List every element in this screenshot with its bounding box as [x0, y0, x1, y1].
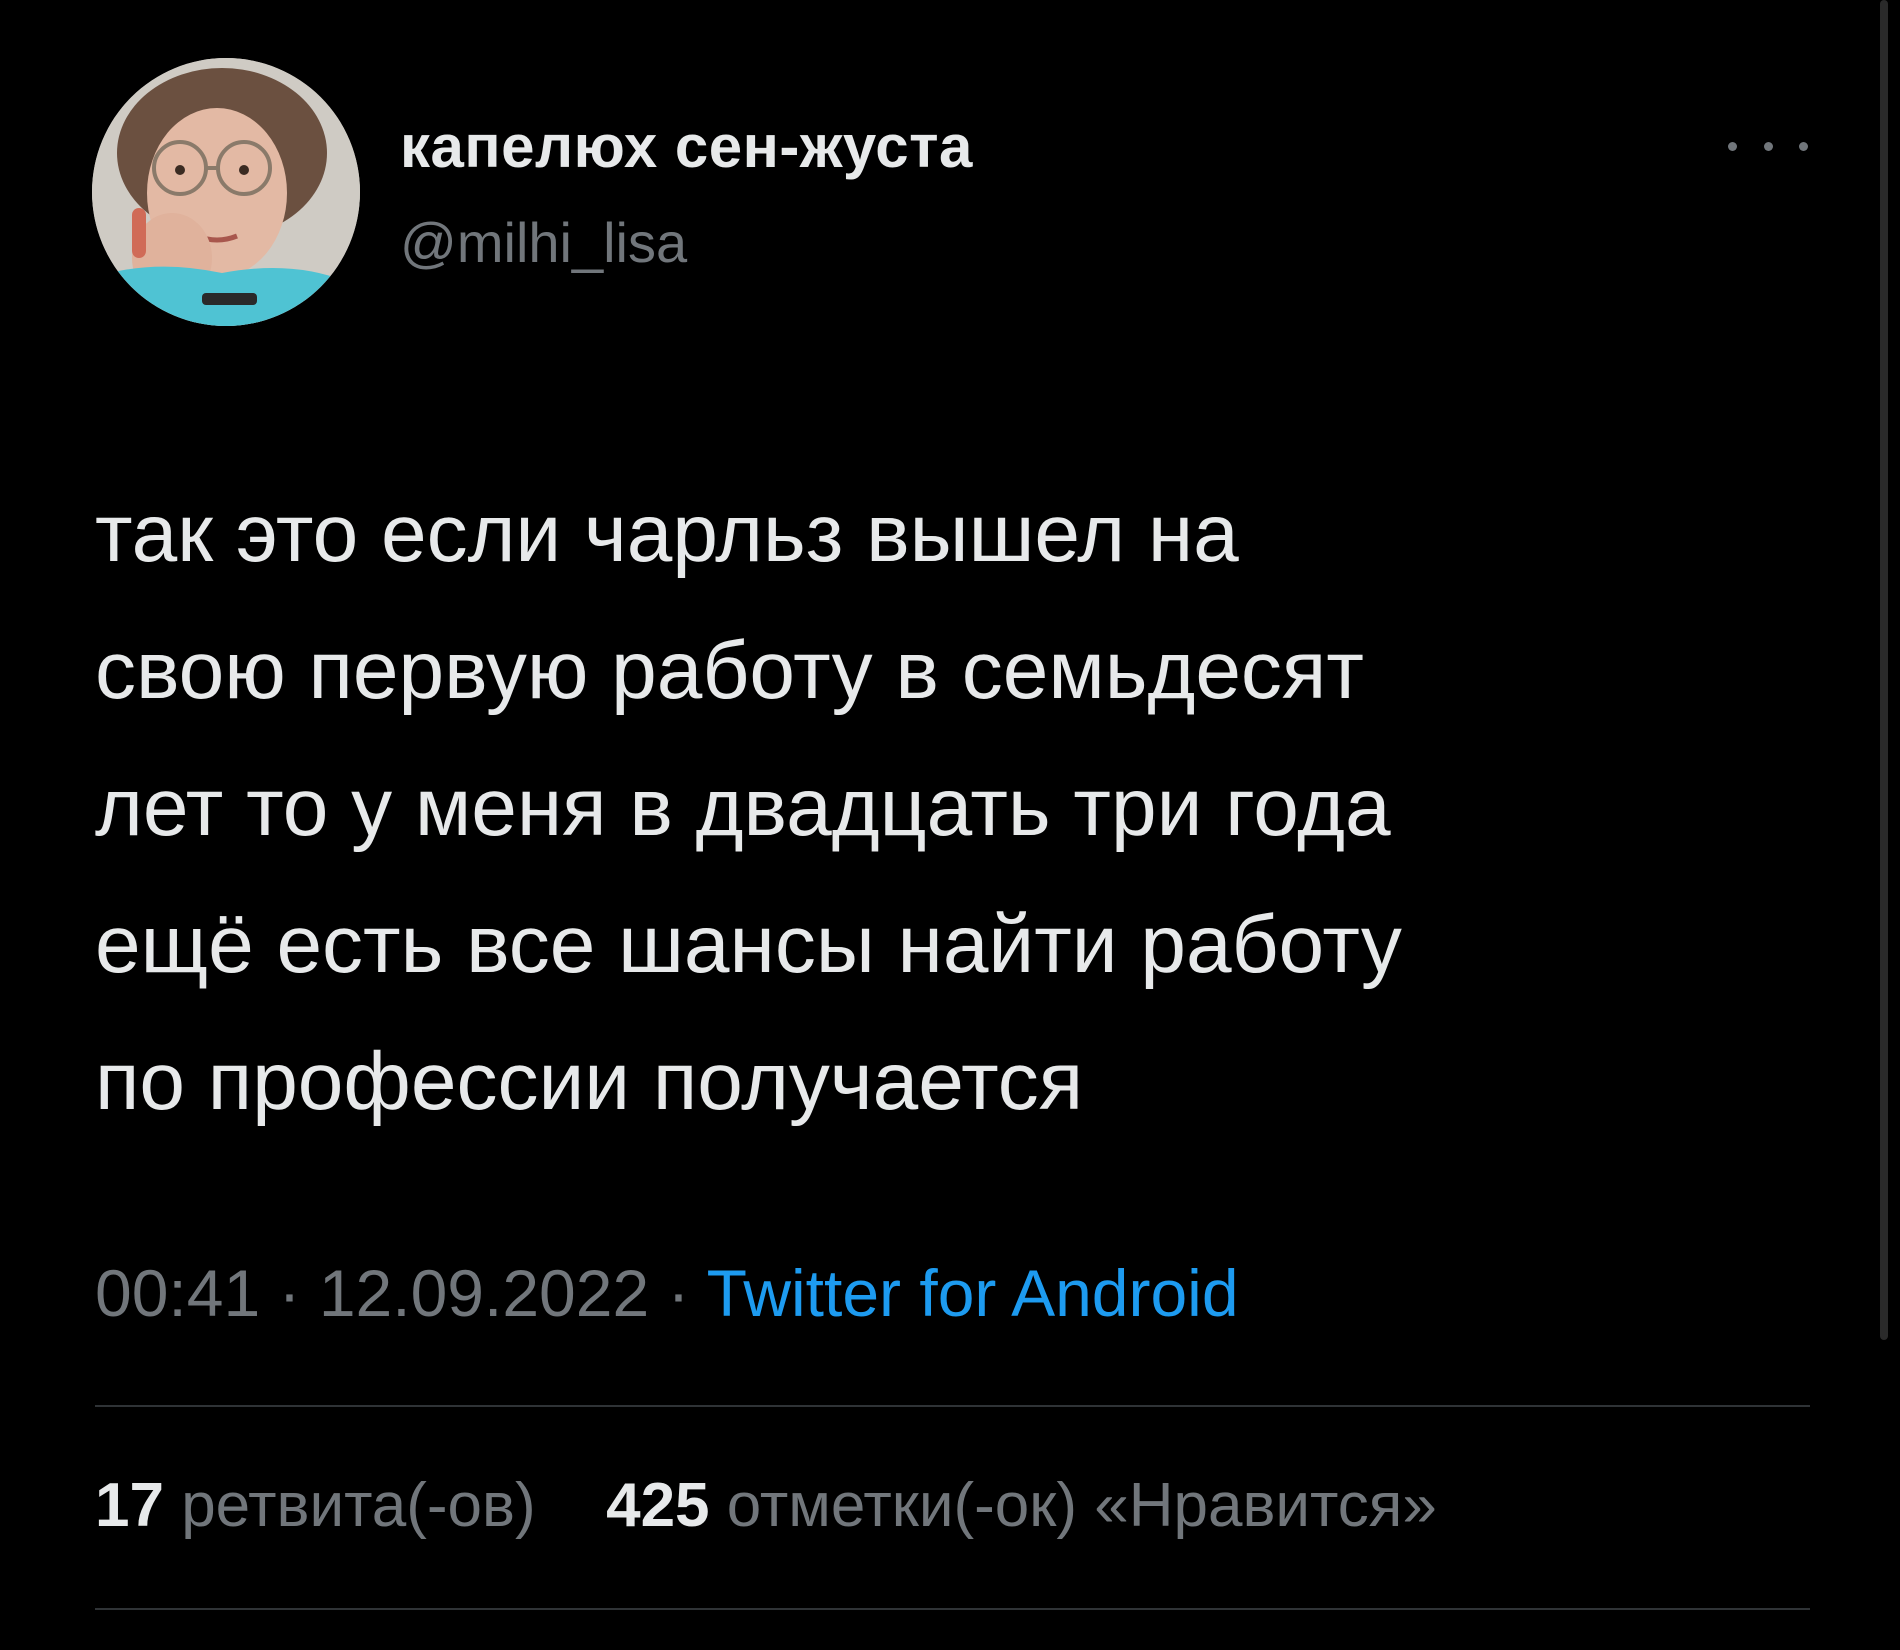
- more-options-button[interactable]: [1728, 126, 1808, 166]
- author-display-name[interactable]: капелюх сен-жуста: [400, 112, 973, 181]
- more-horizontal-icon: [1728, 141, 1808, 151]
- likes-stat[interactable]: 425 отметки(-ок) «Нравится»: [606, 1471, 1437, 1540]
- tweet-detail: капелюх сен-жуста @milhi_lisa так это ес…: [0, 0, 1900, 1650]
- likes-count: 425: [606, 1471, 710, 1540]
- retweets-count: 17: [95, 1471, 164, 1540]
- retweets-label: ретвита(-ов): [181, 1471, 536, 1540]
- tweet-time[interactable]: 00:41: [95, 1256, 260, 1330]
- meta-separator: ·: [667, 1256, 690, 1330]
- tweet-text: так это если чарльз вышел на свою первую…: [95, 488, 1402, 1127]
- retweets-stat[interactable]: 17 ретвита(-ов): [95, 1471, 553, 1540]
- tweet-meta: 00:41 · 12.09.2022 · Twitter for Android: [95, 1255, 1239, 1331]
- profile-photo: [92, 58, 360, 326]
- likes-label: отметки(-ок) «Нравится»: [726, 1471, 1437, 1540]
- divider: [95, 1608, 1810, 1610]
- scrollbar[interactable]: [1880, 0, 1888, 1340]
- tweet-date[interactable]: 12.09.2022: [319, 1256, 649, 1330]
- avatar[interactable]: [92, 58, 360, 326]
- divider: [95, 1405, 1810, 1407]
- author-handle[interactable]: @milhi_lisa: [400, 210, 687, 275]
- tweet-stats: 17 ретвита(-ов) 425 отметки(-ок) «Нравит…: [95, 1470, 1437, 1541]
- meta-separator: ·: [278, 1256, 301, 1330]
- tweet-source-link[interactable]: Twitter for Android: [707, 1256, 1239, 1330]
